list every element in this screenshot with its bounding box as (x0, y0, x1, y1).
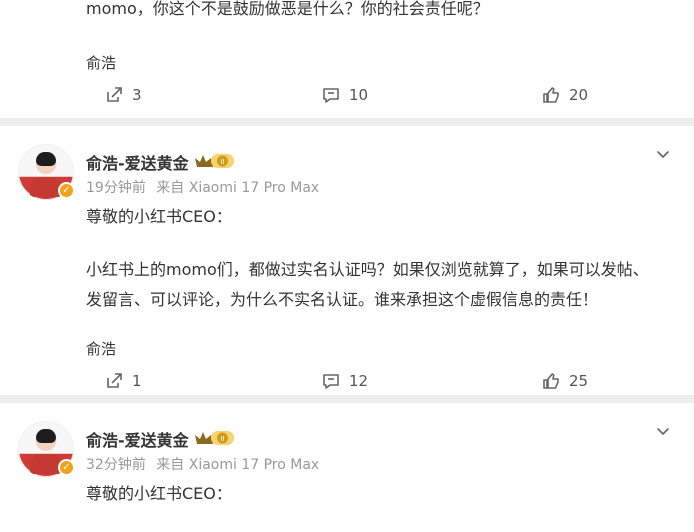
share-count: 1 (132, 372, 142, 390)
like-button[interactable]: 25 (541, 367, 588, 395)
comment-icon (323, 374, 339, 389)
thumbs-up-icon (543, 87, 559, 103)
comment-meta: 32分钟前 来自 Xiaomi 17 Pro Max (86, 454, 319, 474)
member-badge-level: II (220, 158, 224, 166)
comment-count: 12 (349, 372, 369, 390)
comment-time: 32分钟前 (86, 457, 146, 473)
comment-button[interactable]: 10 (321, 81, 368, 109)
comment-time: 19分钟前 (86, 180, 146, 196)
verified-badge-icon: ✓ (58, 182, 75, 199)
comment-signature: 俞浩 (86, 340, 117, 358)
comment-source: 来自 Xiaomi 17 Pro Max (156, 180, 320, 196)
comment-text-line: 小红书上的momo们，都做过实名认证吗？如果仅浏览就算了，如果可以发帖、 (86, 260, 649, 279)
comment-card: momo，你这个不是鼓励做恶是什么？你的社会责任呢？ 俞浩 3 10 20 (0, 0, 694, 118)
comment-text-line: 发留言、可以评论，为什么不实名认证。谁来承担这个虚假信息的责任！ (86, 290, 599, 309)
username[interactable]: 俞浩-爱送黄金 (86, 427, 189, 451)
comment-text-line: momo，你这个不是鼓励做恶是什么？你的社会责任呢？ (86, 0, 489, 18)
chevron-down-icon[interactable] (654, 422, 672, 440)
verified-badge-icon: ✓ (58, 459, 75, 476)
comment-actions: 1 12 25 (0, 367, 694, 395)
comment-icon (323, 88, 339, 103)
share-icon (107, 373, 122, 388)
comment-card: ✓ 俞浩-爱送黄金 II 19分钟前 来自 Xiaomi 17 Pro Max … (0, 126, 694, 395)
comment-greeting: 尊敬的小红书CEO： (86, 207, 232, 226)
thumbs-up-icon (543, 373, 559, 389)
share-button[interactable]: 1 (104, 367, 142, 395)
comment-actions: 3 10 20 (0, 81, 694, 109)
comment-meta: 19分钟前 来自 Xiaomi 17 Pro Max (86, 177, 319, 197)
comment-source: 来自 Xiaomi 17 Pro Max (156, 457, 320, 473)
username[interactable]: 俞浩-爱送黄金 (86, 150, 189, 174)
crown-badge-icon: II (195, 431, 234, 445)
like-button[interactable]: 20 (541, 81, 588, 109)
crown-badge-icon: II (195, 154, 234, 168)
comment-card: ✓ 俞浩-爱送黄金 II 32分钟前 来自 Xiaomi 17 Pro Max … (0, 403, 694, 532)
share-button[interactable]: 3 (104, 81, 142, 109)
chevron-down-icon[interactable] (654, 145, 672, 163)
share-icon (107, 87, 122, 102)
like-count: 25 (569, 372, 589, 390)
comment-greeting: 尊敬的小红书CEO： (86, 484, 232, 503)
share-count: 3 (132, 86, 142, 104)
comment-button[interactable]: 12 (321, 367, 368, 395)
comment-signature: 俞浩 (86, 54, 117, 72)
comment-count: 10 (349, 86, 369, 104)
member-badge-level: II (220, 435, 224, 443)
like-count: 20 (569, 86, 589, 104)
